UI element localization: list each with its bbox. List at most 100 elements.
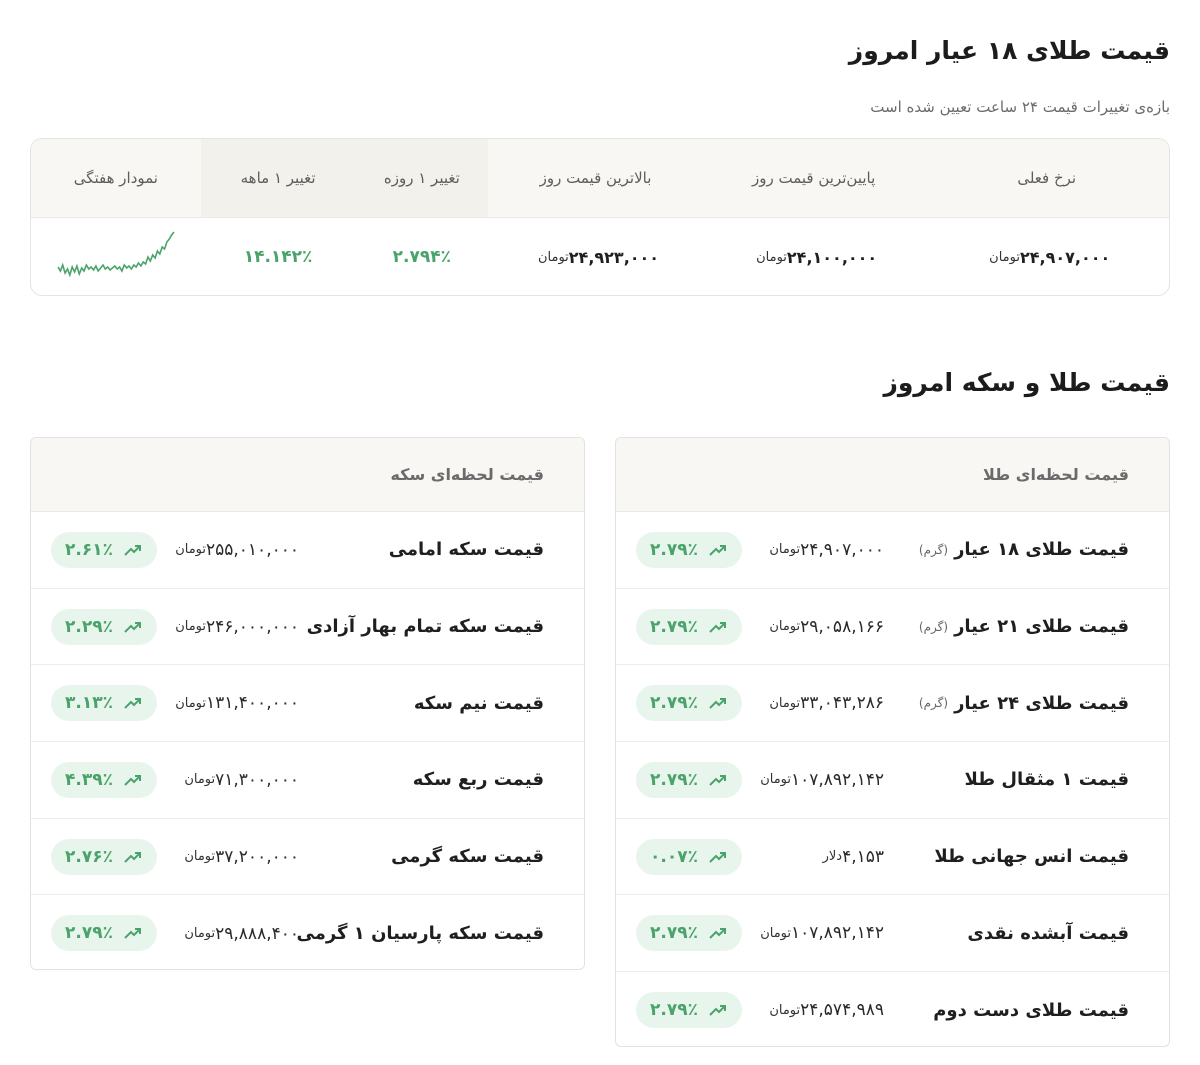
coin-price-row[interactable]: قیمت ربع سکه ۷۱,۳۰۰,۰۰۰ تومان ۴.۳۹٪ — [31, 742, 584, 819]
item-unit: تومان — [184, 926, 216, 942]
item-price: ۴,۱۵۳ — [842, 846, 884, 867]
item-name-cell: قیمت سکه امامی — [389, 512, 544, 588]
change-percent: ۲.۷۹٪ — [650, 770, 698, 791]
item-unit: تومان — [769, 542, 801, 558]
item-name-cell: قیمت طلای ۲۴ عیار (گرم) — [919, 665, 1129, 741]
item-price-cell: ۱۰۷,۸۹۲,۱۴۲ تومان — [754, 742, 884, 818]
change-percent: ۰.۰۷٪ — [650, 846, 698, 867]
item-unit: تومان — [769, 619, 801, 635]
trend-up-icon — [709, 545, 726, 556]
change-badge: ۲.۷۹٪ — [636, 685, 742, 722]
item-name-cell: قیمت طلای ۲۱ عیار (گرم) — [919, 589, 1129, 665]
current-rate: ۲۴,۹۰۷,۰۰۰ تومان — [924, 218, 1169, 295]
page-title-18k: قیمت طلای ۱۸ عیار امروز — [848, 36, 1170, 65]
trend-up-icon — [709, 698, 726, 710]
item-unit: تومان — [769, 1002, 801, 1018]
item-name-cell: قیمت نیم سکه — [414, 665, 544, 741]
item-price-cell: ۲۴,۵۷۴,۹۸۹ تومان — [763, 972, 884, 1046]
change-percent: ۲.۷۶٪ — [65, 846, 113, 867]
item-price-cell: ۲۴۶,۰۰۰,۰۰۰ تومان — [169, 589, 299, 665]
item-price: ۱۰۷,۸۹۲,۱۴۲ — [791, 923, 884, 944]
page-subtitle-18k: بازه‌ی تغییرات قیمت ۲۴ ساعت تعیین شده اس… — [870, 98, 1170, 116]
gold-price-row[interactable]: قیمت ۱ مثقال طلا ۱۰۷,۸۹۲,۱۴۲ تومان ۲.۷۹٪ — [616, 742, 1169, 819]
summary-value-row: ۲۴,۹۰۷,۰۰۰ تومان ۲۴,۱۰۰,۰۰۰ تومان ۲۴,۹۲۳… — [31, 218, 1169, 295]
change-badge: ۲.۷۹٪ — [636, 992, 742, 1029]
day-high-unit: تومان — [537, 249, 569, 265]
gold-price-row[interactable]: قیمت انس جهانی طلا ۴,۱۵۳ دلار ۰.۰۷٪ — [616, 819, 1169, 896]
change-1d-value: ۲.۷۹۴٪ — [392, 247, 451, 267]
item-unit: تومان — [184, 772, 216, 788]
item-name-cell: قیمت طلای دست دوم — [933, 972, 1129, 1046]
item-unit: دلار — [822, 849, 843, 865]
gold-price-row[interactable]: قیمت طلای دست دوم ۲۴,۵۷۴,۹۸۹ تومان ۲.۷۹٪ — [616, 972, 1169, 1046]
item-name: قیمت سکه امامی — [388, 539, 544, 561]
current-rate-unit: تومان — [989, 249, 1020, 265]
gold-price-row[interactable]: قیمت طلای ۲۱ عیار (گرم) ۲۹,۰۵۸,۱۶۶ تومان ۲.۷… — [616, 589, 1169, 666]
item-price: ۳۳,۰۴۳,۲۸۶ — [800, 693, 884, 714]
gold-price-row[interactable]: قیمت آبشده نقدی ۱۰۷,۸۹۲,۱۴۲ تومان ۲.۷۹٪ — [616, 895, 1169, 973]
item-price: ۱۰۷,۸۹۲,۱۴۲ — [791, 769, 884, 790]
coin-price-row[interactable]: قیمت سکه امامی ۲۵۵,۰۱۰,۰۰۰ تومان ۲.۶۱٪ — [31, 512, 584, 589]
item-price-cell: ۲۵۵,۰۱۰,۰۰۰ تومان — [169, 512, 299, 588]
change-percent: ۲.۲۹٪ — [65, 616, 113, 637]
item-name-cell: قیمت طلای ۱۸ عیار (گرم) — [919, 512, 1129, 588]
weekly-sparkline[interactable] — [56, 227, 176, 287]
coin-card-title: قیمت لحظه‌ای سکه — [31, 438, 584, 512]
change-1m: ۱۴.۱۴۲٪ — [201, 218, 356, 295]
item-price: ۱۳۱,۴۰۰,۰۰۰ — [206, 693, 299, 714]
gold-price-row[interactable]: قیمت طلای ۲۴ عیار (گرم) ۳۳,۰۴۳,۲۸۶ تومان ۲.۷… — [616, 665, 1169, 743]
item-price-cell: ۲۹,۸۸۸,۴۰۰ تومان — [178, 895, 299, 969]
change-badge: ۰.۰۷٪ — [636, 838, 742, 875]
item-price-cell: ۴,۱۵۳ دلار — [817, 819, 884, 895]
item-name: قیمت انس جهانی طلا — [934, 846, 1129, 868]
trend-up-icon — [124, 851, 141, 863]
gold-card-title: قیمت لحظه‌ای طلا — [616, 438, 1169, 512]
gold-price-row[interactable]: قیمت طلای ۱۸ عیار (گرم) ۲۴,۹۰۷,۰۰۰ تومان ۲.۷… — [616, 512, 1169, 589]
unit-note: (گرم) — [918, 696, 949, 711]
item-name: قیمت آبشده نقدی — [967, 922, 1129, 944]
unit-note: (گرم) — [918, 542, 949, 557]
change-percent: ۲.۷۹٪ — [650, 616, 698, 637]
change-badge: ۲.۶۱٪ — [51, 532, 157, 568]
item-name: قیمت ربع سکه — [412, 769, 544, 791]
unit-note: (گرم) — [918, 619, 949, 634]
item-price-cell: ۷۱,۳۰۰,۰۰۰ تومان — [178, 742, 299, 818]
day-high: ۲۴,۹۲۳,۰۰۰ تومان — [488, 218, 703, 295]
item-unit: تومان — [760, 925, 791, 941]
trend-up-icon — [124, 928, 141, 940]
trend-up-icon — [124, 775, 141, 786]
change-percent: ۲.۷۹٪ — [650, 923, 698, 944]
change-1m-value: ۱۴.۱۴۲٪ — [243, 247, 313, 267]
weekly-chart-cell[interactable] — [31, 218, 201, 295]
current-rate-value: ۲۴,۹۰۷,۰۰۰ — [1019, 247, 1111, 267]
item-price: ۷۱,۳۰۰,۰۰۰ — [215, 769, 299, 790]
item-unit: تومان — [175, 695, 206, 711]
coin-price-row[interactable]: قیمت سکه گرمی ۳۷,۲۰۰,۰۰۰ تومان ۲.۷۶٪ — [31, 819, 584, 896]
item-name-cell: قیمت انس جهانی طلا — [934, 819, 1129, 895]
coin-price-card: قیمت لحظه‌ای سکه قیمت سکه امامی ۲۵۵,۰۱۰,۰… — [30, 437, 585, 970]
day-high-value: ۲۴,۹۲۳,۰۰۰ — [568, 247, 660, 267]
item-price-cell: ۲۴,۹۰۷,۰۰۰ تومان — [763, 512, 884, 588]
item-name-cell: قیمت آبشده نقدی — [967, 895, 1129, 971]
summary-header-row: نرخ فعلی پایین‌ترین قیمت روز بالاترین قی… — [31, 139, 1169, 218]
item-price-cell: ۳۳,۰۴۳,۲۸۶ تومان — [763, 665, 884, 741]
item-name: قیمت طلای ۱۸ عیار — [954, 539, 1129, 561]
item-price-cell: ۳۷,۲۰۰,۰۰۰ تومان — [178, 819, 299, 895]
change-badge: ۲.۷۹٪ — [636, 915, 742, 952]
coin-price-row[interactable]: قیمت نیم سکه ۱۳۱,۴۰۰,۰۰۰ تومان ۳.۱۳٪ — [31, 665, 584, 743]
change-percent: ۴.۳۹٪ — [65, 770, 113, 791]
item-name: قیمت طلای ۲۴ عیار — [954, 692, 1129, 714]
change-badge: ۲.۷۶٪ — [51, 838, 157, 875]
item-price: ۲۹,۰۵۸,۱۶۶ — [800, 616, 884, 637]
item-price: ۲۴,۹۰۷,۰۰۰ — [800, 539, 884, 560]
coin-price-row[interactable]: قیمت سکه تمام بهار آزادی ۲۴۶,۰۰۰,۰۰۰ تومان… — [31, 589, 584, 666]
trend-up-icon — [709, 775, 726, 786]
item-price-cell: ۱۰۷,۸۹۲,۱۴۲ تومان — [754, 895, 884, 971]
item-name: قیمت نیم سکه — [413, 692, 544, 714]
trend-up-icon — [709, 621, 726, 633]
item-price: ۲۹,۸۸۸,۴۰۰ — [215, 923, 299, 944]
coin-price-row[interactable]: قیمت سکه پارسیان ۱ گرمی ۲۹,۸۸۸,۴۰۰ تومان ۲.… — [31, 895, 584, 969]
change-badge: ۴.۳۹٪ — [51, 762, 157, 799]
item-name: قیمت طلای ۲۱ عیار — [954, 616, 1129, 638]
item-unit: تومان — [175, 542, 206, 558]
